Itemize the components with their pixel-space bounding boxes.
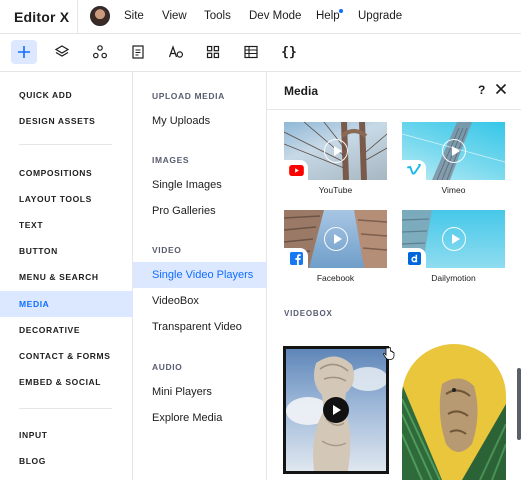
- youtube-badge: [284, 160, 308, 180]
- category-layout-tools[interactable]: LAYOUT TOOLS: [0, 186, 133, 212]
- category-quick-add[interactable]: QUICK ADD: [0, 82, 133, 108]
- page-icon: [132, 45, 144, 59]
- menu-view[interactable]: View: [162, 10, 187, 22]
- owl-image: [402, 378, 506, 480]
- menu-help[interactable]: Help: [316, 10, 340, 22]
- category-blog[interactable]: BLOG: [0, 448, 133, 474]
- facebook-label: Facebook: [316, 273, 355, 283]
- category-compositions[interactable]: COMPOSITIONS: [0, 160, 133, 186]
- option-transparent-video[interactable]: Transparent Video: [133, 314, 267, 340]
- section-upload-media: UPLOAD MEDIA: [152, 91, 225, 101]
- media-panel: Media ? YouTube Vimeo Facebook Dailymoti…: [267, 72, 521, 480]
- vimeo-icon: [407, 164, 421, 175]
- panel-title: Media: [284, 84, 319, 98]
- youtube-label: YouTube: [318, 185, 353, 195]
- vimeo-label: Vimeo: [441, 185, 466, 195]
- category-input[interactable]: INPUT: [0, 422, 133, 448]
- components-button[interactable]: [87, 40, 113, 64]
- dailymotion-label: Dailymotion: [431, 273, 476, 283]
- section-audio: AUDIO: [152, 362, 183, 372]
- youtube-player-thumbnail[interactable]: [284, 122, 387, 180]
- typography-icon: [168, 45, 184, 58]
- category-divider: [19, 408, 112, 409]
- category-text[interactable]: TEXT: [0, 212, 133, 238]
- menu-site[interactable]: Site: [124, 10, 144, 22]
- tables-button[interactable]: [238, 40, 264, 64]
- option-explore-media[interactable]: Explore Media: [133, 405, 267, 431]
- top-bar: Editor X Site View Tools Dev Mode Help U…: [0, 0, 521, 34]
- add-elements-button[interactable]: [11, 40, 37, 64]
- category-embed-social[interactable]: EMBED & SOCIAL: [0, 369, 133, 395]
- editor-window: Editor X Site View Tools Dev Mode Help U…: [0, 0, 521, 480]
- dailymotion-player-thumbnail[interactable]: [402, 210, 505, 268]
- vimeo-badge: [402, 160, 426, 180]
- cursor-icon: [383, 347, 395, 360]
- category-button[interactable]: BUTTON: [0, 238, 133, 264]
- videobox-statue-thumbnail[interactable]: [283, 346, 389, 474]
- play-icon: [324, 139, 348, 163]
- help-notification-dot: [339, 9, 343, 13]
- category-decorative[interactable]: DECORATIVE: [0, 317, 133, 343]
- section-images: IMAGES: [152, 155, 190, 165]
- option-my-uploads[interactable]: My Uploads: [133, 108, 267, 134]
- apps-grid-icon: [206, 45, 220, 59]
- media-submenu: UPLOAD MEDIA My Uploads IMAGES Single Im…: [133, 72, 267, 480]
- menu-dev-mode[interactable]: Dev Mode: [249, 10, 301, 22]
- option-single-images[interactable]: Single Images: [133, 172, 267, 198]
- option-mini-players[interactable]: Mini Players: [133, 379, 267, 405]
- panel-scrollbar[interactable]: [517, 368, 521, 440]
- facebook-player-thumbnail[interactable]: [284, 210, 387, 268]
- layers-button[interactable]: [49, 40, 75, 64]
- option-videobox[interactable]: VideoBox: [133, 288, 267, 314]
- menu-tools[interactable]: Tools: [204, 10, 231, 22]
- option-pro-galleries[interactable]: Pro Galleries: [133, 198, 267, 224]
- logo-divider: [77, 0, 78, 34]
- category-design-assets[interactable]: DESIGN ASSETS: [0, 108, 133, 134]
- videobox-section-title: VIDEOBOX: [284, 309, 333, 318]
- components-icon: [92, 45, 108, 59]
- add-categories-list: QUICK ADD DESIGN ASSETS COMPOSITIONS LAY…: [0, 72, 133, 480]
- user-avatar[interactable]: [90, 6, 110, 26]
- code-button[interactable]: {}: [276, 40, 302, 64]
- category-media[interactable]: MEDIA: [0, 291, 133, 317]
- play-icon: [324, 227, 348, 251]
- vimeo-player-thumbnail[interactable]: [402, 122, 505, 180]
- close-icon[interactable]: [493, 81, 509, 97]
- dailymotion-icon: [407, 251, 421, 265]
- videobox-owl-thumbnail[interactable]: [402, 344, 506, 480]
- facebook-icon: [289, 251, 303, 265]
- code-braces-icon: {}: [281, 44, 297, 60]
- layers-icon: [54, 45, 70, 57]
- category-divider: [19, 144, 112, 145]
- table-icon: [244, 45, 258, 59]
- dailymotion-badge: [402, 248, 426, 268]
- plus-icon: [18, 46, 30, 58]
- menu-upgrade[interactable]: Upgrade: [358, 10, 402, 22]
- category-menu-search[interactable]: MENU & SEARCH: [0, 264, 133, 290]
- pages-button[interactable]: [125, 40, 151, 64]
- play-icon: [333, 404, 341, 415]
- panel-header: Media ?: [267, 72, 521, 110]
- play-button: [323, 397, 349, 423]
- play-icon: [442, 139, 466, 163]
- editor-x-logo[interactable]: Editor X: [14, 9, 69, 25]
- section-video: VIDEO: [152, 245, 182, 255]
- tool-bar: {}: [0, 34, 521, 72]
- typography-button[interactable]: [163, 40, 189, 64]
- youtube-icon: [288, 164, 304, 176]
- facebook-badge: [284, 248, 308, 268]
- play-icon: [442, 227, 466, 251]
- category-contact-forms[interactable]: CONTACT & FORMS: [0, 343, 133, 369]
- option-single-video-players[interactable]: Single Video Players: [133, 262, 267, 288]
- apps-button[interactable]: [200, 40, 226, 64]
- help-button[interactable]: ?: [478, 83, 485, 97]
